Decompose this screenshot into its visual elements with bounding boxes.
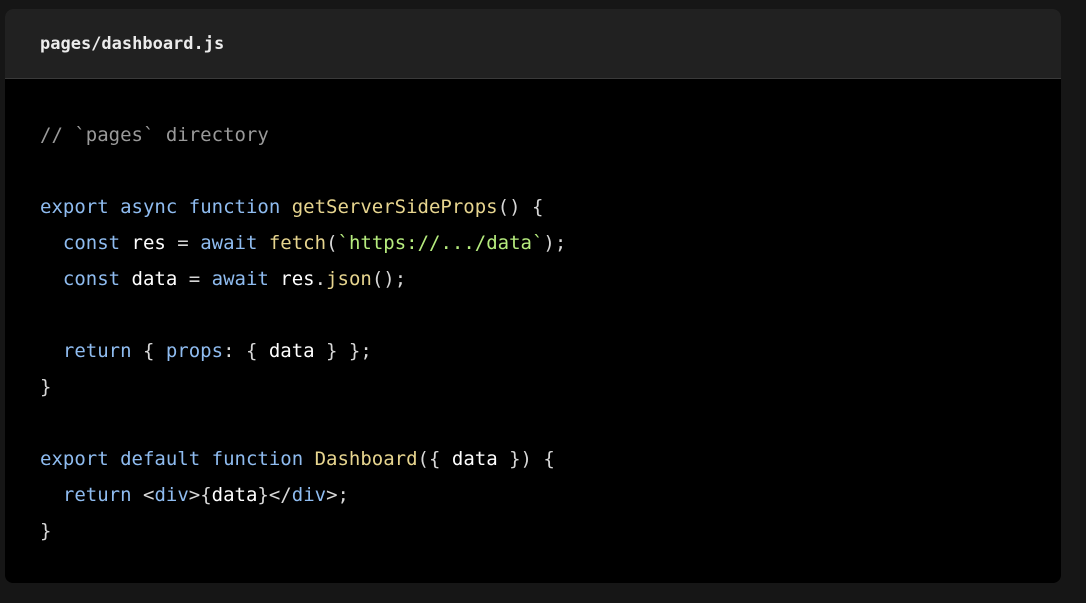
code-line: const data = await res.json(); (40, 261, 566, 297)
code-token-keyword: return (62, 484, 132, 506)
code-token-keyword: div (154, 484, 189, 506)
code-block-header: pages/dashboard.js (5, 9, 1061, 79)
code-line: return <div>{data}</div>; (40, 477, 566, 513)
code-token-punct: ); (543, 232, 567, 254)
code-line: } (40, 513, 566, 549)
code-token-keyword: div (291, 484, 327, 506)
code-token-function: getServerSideProps (291, 196, 498, 218)
code-token-punct: >; (326, 484, 349, 506)
code-token-keyword: default (120, 448, 201, 470)
code-token-keyword: return (62, 340, 132, 362)
code-token-punct: } }; (314, 340, 372, 362)
code-token-keyword: await (211, 268, 269, 290)
code-token-punct: } (40, 376, 52, 398)
code-token-keyword: props (165, 340, 224, 362)
code-token-function: json (326, 268, 372, 290)
code-line: // `pages` directory (40, 117, 566, 153)
code-token-punct: = (188, 268, 201, 290)
code-token-punct: ( (326, 232, 338, 254)
code-token-keyword: await (200, 232, 258, 254)
code-block: pages/dashboard.js // `pages` directory … (5, 9, 1061, 583)
code-line: return { props: { data } }; (40, 333, 566, 369)
code-token-punct: () { (497, 196, 544, 218)
code-token-keyword: export (40, 448, 109, 470)
code-token-punct: }) { (497, 448, 555, 470)
code-token-punct: }</ (257, 484, 292, 506)
code-token-punct: ({ (417, 448, 452, 470)
code-token-plain: res (268, 268, 315, 290)
code-line: const res = await fetch(`https://.../dat… (40, 225, 566, 261)
code-token-punct: : { (223, 340, 269, 362)
code-token-keyword: const (62, 268, 121, 290)
code-token-plain: res (120, 232, 178, 254)
code-token-plain: data (120, 268, 189, 290)
code-token-plain: data (211, 484, 258, 506)
code-token-comment: // `pages` directory (40, 124, 269, 146)
code-line: export default function Dashboard({ data… (40, 441, 566, 477)
code-token-function: fetch (268, 232, 327, 254)
code-line: } (40, 369, 566, 405)
code-token-plain: data (268, 340, 315, 362)
code-token-keyword: function (188, 196, 281, 218)
code-token-string: `https://.../data` (337, 232, 544, 254)
code-line: export async function getServerSideProps… (40, 189, 566, 225)
code-content[interactable]: // `pages` directory export async functi… (40, 117, 566, 549)
code-token-punct: >{ (188, 484, 212, 506)
file-name: pages/dashboard.js (40, 33, 225, 54)
code-token-punct: { (131, 340, 166, 362)
code-token-keyword: export (40, 196, 109, 218)
code-token-punct: . (314, 268, 327, 290)
code-token-punct: (); (371, 268, 407, 290)
code-token-keyword: const (62, 232, 121, 254)
code-token-plain: data (451, 448, 498, 470)
code-token-punct: } (40, 520, 52, 542)
code-token-punct: < (142, 484, 155, 506)
code-token-keyword: async (120, 196, 178, 218)
code-token-function: Dashboard (314, 448, 418, 470)
code-token-keyword: function (211, 448, 304, 470)
code-token-punct: = (177, 232, 189, 254)
